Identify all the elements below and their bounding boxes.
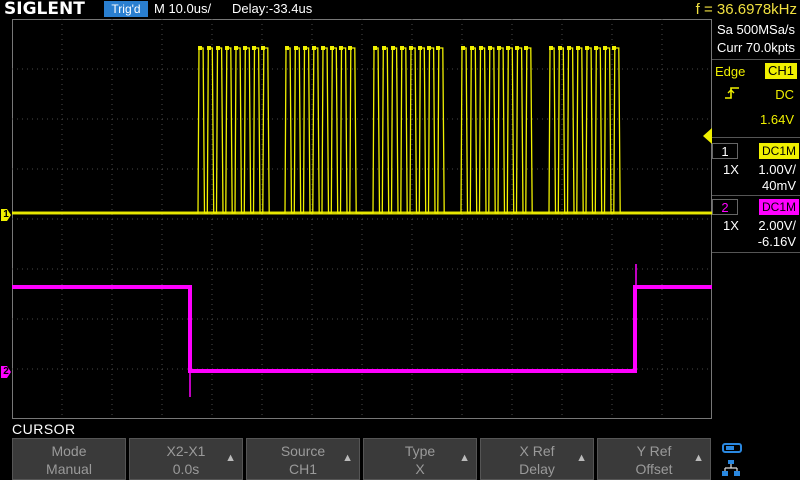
ch2-coupling-badge[interactable]: DC1M — [759, 199, 799, 215]
graticule — [12, 19, 712, 419]
delay-readout: Delay:-33.4us — [232, 1, 313, 16]
divider — [712, 195, 800, 196]
up-arrow-icon: ▲ — [225, 452, 236, 464]
waveform-display[interactable] — [12, 19, 712, 419]
trigger-status-badge: Trig'd — [104, 1, 148, 17]
divider — [712, 137, 800, 138]
ch1-coupling-badge[interactable]: DC1M — [759, 143, 799, 159]
up-arrow-icon: ▲ — [693, 452, 704, 464]
softkey-value: Manual — [46, 461, 92, 477]
ch2-offset-marker[interactable]: 2 — [1, 366, 11, 378]
rising-edge-icon — [725, 87, 739, 99]
timebase-readout: M 10.0us/ — [154, 1, 212, 16]
softkey-bar: Mode Manual X2-X1 0.0s ▲ Source CH1 ▲ Ty… — [12, 438, 712, 480]
ch2-scale: 2.00V/ — [758, 218, 796, 233]
ch1-probe: 1X — [723, 162, 739, 177]
brand-logo: SIGLENT — [4, 0, 85, 19]
ch2-probe: 1X — [723, 218, 739, 233]
ch1-waveform — [12, 46, 712, 215]
up-arrow-icon: ▲ — [576, 452, 587, 464]
ch1-offset-marker[interactable]: 1 — [1, 209, 11, 221]
menu-title: CURSOR — [12, 421, 76, 437]
trigger-coupling: DC — [775, 87, 794, 102]
softkey-x-ref[interactable]: X Ref Delay ▲ — [480, 438, 594, 480]
divider — [712, 59, 800, 60]
ch2-label[interactable]: 2 — [712, 199, 738, 215]
ch1-trace-line — [12, 47, 712, 214]
softkey-type[interactable]: Type X ▲ — [363, 438, 477, 480]
ch2-offset: -6.16V — [757, 234, 796, 249]
softkey-mode[interactable]: Mode Manual — [12, 438, 126, 480]
up-arrow-icon: ▲ — [459, 452, 470, 464]
toggle-icon[interactable] — [722, 443, 742, 453]
softkey-y-ref[interactable]: Y Ref Offset ▲ — [597, 438, 711, 480]
network-icon[interactable] — [722, 460, 740, 476]
sample-rate: Sa 500MSa/s — [717, 22, 796, 37]
status-icons — [716, 440, 796, 480]
divider — [712, 252, 800, 253]
frequency-readout: f = 36.6978kHz — [695, 1, 797, 18]
status-bar: SIGLENT Trig'd M 10.0us/ Delay:-33.4us f… — [0, 0, 800, 19]
ch1-label[interactable]: 1 — [712, 143, 738, 159]
up-arrow-icon: ▲ — [342, 452, 353, 464]
softkey-source[interactable]: Source CH1 ▲ — [246, 438, 360, 480]
memory-depth: Curr 70.0kpts — [717, 40, 796, 55]
trigger-level-marker-icon[interactable] — [703, 128, 712, 144]
trigger-level-value: 1.64V — [760, 112, 794, 127]
trigger-source-badge[interactable]: CH1 — [765, 63, 797, 79]
softkey-label: Mode — [51, 443, 87, 459]
info-panel: Sa 500MSa/s Curr 70.0kpts Edge CH1 DC 1.… — [712, 19, 800, 419]
softkey-x2-x1[interactable]: X2-X1 0.0s ▲ — [129, 438, 243, 480]
waveform-canvas — [12, 19, 712, 419]
ch1-offset: 40mV — [762, 178, 796, 193]
ch2-waveform — [12, 264, 712, 397]
trigger-type[interactable]: Edge — [715, 64, 745, 80]
ch1-scale: 1.00V/ — [758, 162, 796, 177]
